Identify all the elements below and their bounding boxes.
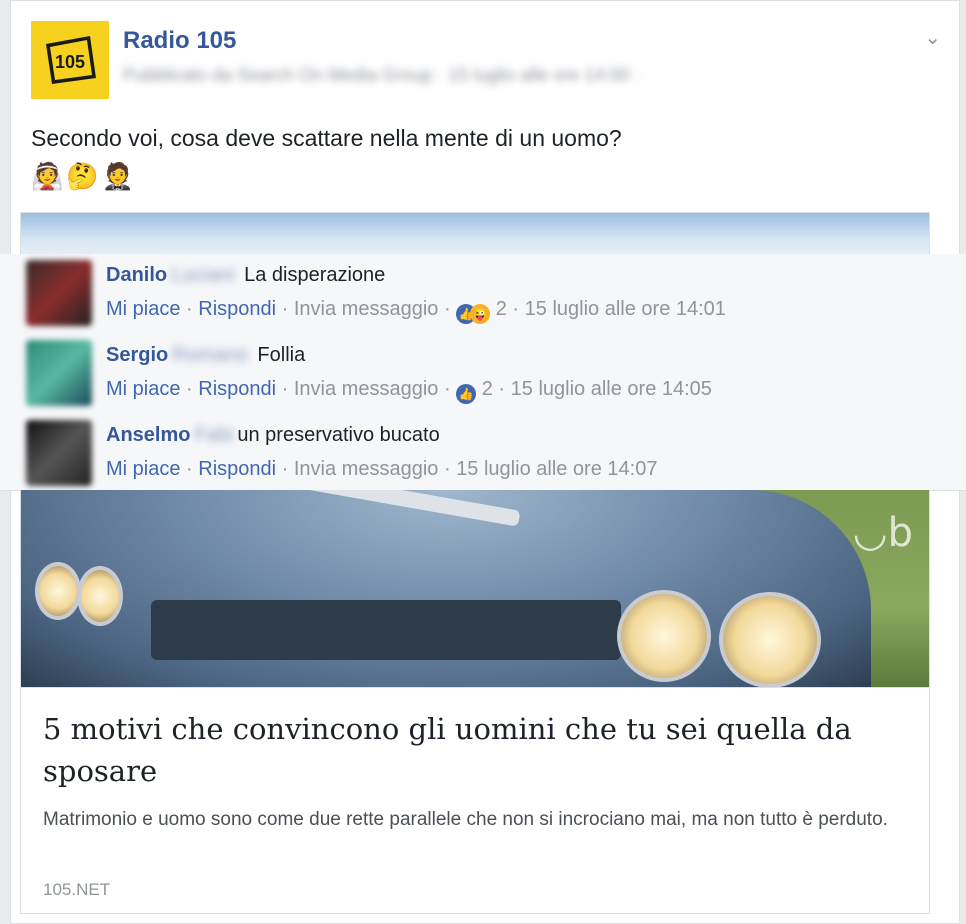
car-grille [151,600,621,660]
send-message-link[interactable]: Invia messaggio [294,458,439,480]
comment-time[interactable]: 15 luglio alle ore 14:01 [525,298,726,320]
comment-line: Anselmo Fabi un preservativo bucato [106,424,440,447]
logo-text: 105 [55,52,85,72]
headlight-right-2 [719,592,821,687]
headlight-left-2 [77,566,123,626]
headlight-left-1 [35,562,81,620]
comment-author[interactable]: Anselmo [106,424,190,446]
comment-text: La disperazione [244,264,386,286]
comment-text: un preservativo bucato [237,424,440,446]
like-reaction-icon[interactable]: 👍 [456,384,477,404]
comment-item: Anselmo Fabi un preservativo bucato Mi pia… [0,414,966,494]
headlight-right-1 [617,590,711,682]
reaction-count[interactable]: 2 [496,298,507,320]
page-avatar[interactable]: 105 [31,21,109,99]
commenter-avatar[interactable] [26,260,92,326]
link-image-top[interactable] [20,212,930,256]
comment-author[interactable]: Danilo [106,264,167,286]
comment-author-hidden: Romano [172,344,248,366]
link-image[interactable]: ◡b [20,490,930,688]
haha-reaction-icon[interactable]: 😜 [470,304,491,324]
commenter-avatar[interactable] [26,340,92,406]
reply-link[interactable]: Rispondi [198,298,276,320]
comment-line: Danilo Luciani La disperazione [106,264,385,287]
comment-item: Danilo Luciani La disperazione Mi piace ·… [0,254,966,334]
comment-actions: Mi piace · Rispondi · Invia messaggio · … [106,378,712,404]
comment-actions: Mi piace · Rispondi · Invia messaggio · … [106,458,658,480]
comment-time[interactable]: 15 luglio alle ore 14:05 [511,378,712,400]
send-message-link[interactable]: Invia messaggio [294,378,439,400]
comment-text: Follia [257,344,306,366]
send-message-link[interactable]: Invia messaggio [294,298,439,320]
commenter-avatar[interactable] [26,420,92,486]
link-preview[interactable]: 5 motivi che convincono gli uomini che t… [20,688,930,914]
comment-author[interactable]: Sergio [106,344,168,366]
page-name-link[interactable]: Radio 105 [123,27,236,55]
reaction-count[interactable]: 2 [482,378,493,400]
link-description: Matrimonio e uomo sono come due rette pa… [43,809,888,830]
chevron-down-icon[interactable]: ⌄ [924,25,941,50]
comment-author-hidden: Luciani [171,264,235,286]
link-domain: 105.NET [43,880,111,899]
like-link[interactable]: Mi piace [106,458,180,480]
link-title[interactable]: 5 motivi che convincono gli uomini che t… [43,708,903,792]
comment-author-hidden: Fabi [194,424,234,446]
comment-line: Sergio Romano Follia [106,344,305,367]
radio105-logo: 105 [46,36,96,84]
post-text: Secondo voi, cosa deve scattare nella me… [31,125,622,151]
reply-link[interactable]: Rispondi [198,458,276,480]
watermark-logo-icon: ◡b [852,510,913,556]
comment-actions: Mi piace · Rispondi · Invia messaggio · … [106,298,726,324]
post-meta: Pubblicato da Search On Media Group · 15… [123,65,641,85]
comment-item: Sergio Romano Follia Mi piace · Rispondi … [0,334,966,414]
like-link[interactable]: Mi piace [106,298,180,320]
like-link[interactable]: Mi piace [106,378,180,400]
reply-link[interactable]: Rispondi [198,378,276,400]
comment-time[interactable]: 15 luglio alle ore 14:07 [456,458,657,480]
comments-overlay: Danilo Luciani La disperazione Mi piace ·… [0,254,966,491]
post-emojis: 👰🤔🤵 [31,161,138,191]
